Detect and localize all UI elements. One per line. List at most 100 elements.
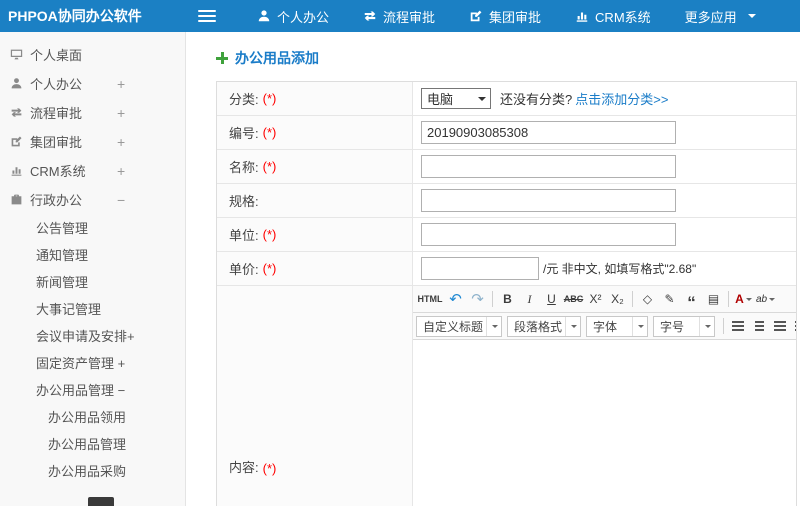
format-painter-button[interactable]: ✎ <box>659 289 680 310</box>
expander-icon[interactable]: + <box>117 76 125 92</box>
nav-item-personal-office[interactable]: 个人办公 <box>240 0 346 32</box>
underline-button[interactable]: U <box>541 289 562 310</box>
spec-label: 规格: <box>217 184 413 217</box>
unit-value-cell <box>413 218 796 251</box>
code-input[interactable] <box>421 121 676 144</box>
content-value-cell: HTML ↶ ↷ B I U ABC X² X₂ ◇ ✎ “ ▤ A ab 自定… <box>413 286 796 506</box>
dropdown-label: 字号 <box>660 319 685 334</box>
highlight-color-button[interactable]: ab <box>755 289 776 310</box>
sidebar-label: 流程审批 <box>30 106 83 121</box>
chevron-down-icon <box>769 298 776 304</box>
heading-dropdown[interactable]: 自定义标题 <box>416 315 502 337</box>
name-input[interactable] <box>421 155 676 178</box>
undo-button[interactable]: ↶ <box>445 289 466 310</box>
font-color-button[interactable]: A <box>733 289 754 310</box>
redo-button[interactable]: ↷ <box>467 289 488 310</box>
chevron-down-icon <box>745 298 752 304</box>
sidebar-item-personal-office[interactable]: 个人办公 + <box>0 69 185 98</box>
price-value-cell: /元 非中文, 如填写格式"2.68" <box>413 252 796 285</box>
html-source-button[interactable]: HTML <box>416 289 444 310</box>
sidebar-item-fixed-assets-mgmt[interactable]: 固定资产管理 + <box>0 349 185 376</box>
nav-item-more-apps[interactable]: 更多应用 <box>668 0 773 32</box>
toolbar-separator <box>728 291 729 307</box>
sidebar-item-notice-mgmt[interactable]: 通知管理 <box>0 241 185 268</box>
bold-button[interactable]: B <box>497 289 518 310</box>
content-label: 内容: (*) <box>217 286 413 506</box>
expander-icon[interactable]: + <box>117 105 125 121</box>
unit-label: 单位: (*) <box>217 218 413 251</box>
sidebar-label: 集团审批 <box>30 135 83 150</box>
add-category-link[interactable]: 点击添加分类>> <box>575 89 668 108</box>
sidebar-label: 固定资产管理 + <box>36 356 126 371</box>
unit-input[interactable] <box>421 223 676 246</box>
sidebar-item-meeting-mgmt[interactable]: 会议申请及安排+ <box>0 322 185 349</box>
align-center-button[interactable] <box>749 316 769 336</box>
superscript-button[interactable]: X² <box>585 289 606 310</box>
page-break-button[interactable]: ▤ <box>703 289 724 310</box>
italic-button[interactable]: I <box>519 289 540 310</box>
price-row: 单价: (*) /元 非中文, 如填写格式"2.68" <box>217 252 796 286</box>
price-input[interactable] <box>421 257 539 280</box>
paragraph-format-dropdown[interactable]: 段落格式 <box>507 315 581 337</box>
nav-item-workflow-approval[interactable]: 流程审批 <box>346 0 452 32</box>
subscript-button[interactable]: X₂ <box>607 289 628 310</box>
sidebar-item-office-supplies-mgmt[interactable]: 办公用品管理 − <box>0 376 185 403</box>
office-supply-form: 分类: (*) 电脑 还没有分类? 点击添加分类>> 编号: (*) 20190… <box>216 81 797 506</box>
required-mark: (*) <box>262 261 277 276</box>
sidebar-label: 办公用品管理 <box>48 437 127 452</box>
sidebar-item-office-supplies-requisition[interactable]: 办公用品领用 <box>0 403 185 430</box>
expander-icon[interactable]: + <box>117 163 125 179</box>
sidebar-item-news-mgmt[interactable]: 新闻管理 <box>0 268 185 295</box>
nav-item-group-approval[interactable]: 集团审批 <box>452 0 558 32</box>
sidebar-item-personal-desktop[interactable]: 个人桌面 <box>0 40 185 69</box>
nav-item-crm[interactable]: CRM系统 <box>558 0 668 32</box>
sidebar-item-events-mgmt[interactable]: 大事记管理 <box>0 295 185 322</box>
nav-label: CRM系统 <box>595 9 651 25</box>
sidebar-label: 新闻管理 <box>36 275 89 290</box>
blockquote-button[interactable]: “ <box>681 289 702 312</box>
nav-label: 个人办公 <box>277 9 330 25</box>
sidebar-item-announcement-mgmt[interactable]: 公告管理 <box>0 214 185 241</box>
field-label: 规格: <box>229 194 259 209</box>
code-row: 编号: (*) <box>217 116 796 150</box>
strikethrough-button[interactable]: ABC <box>563 289 584 310</box>
sidebar-label: 通知管理 <box>36 248 89 263</box>
sidebar-item-admin-office[interactable]: 行政办公 − <box>0 185 185 214</box>
sidebar-label: 个人桌面 <box>30 48 83 63</box>
sidebar-label: 行政办公 <box>30 193 83 208</box>
hamburger-menu-icon[interactable] <box>198 10 216 22</box>
align-right-button[interactable] <box>770 316 790 336</box>
flow-icon <box>11 108 22 117</box>
required-mark: (*) <box>262 461 277 476</box>
font-family-dropdown[interactable]: 字体 <box>586 315 648 337</box>
justify-button[interactable] <box>791 316 796 336</box>
spec-input[interactable] <box>421 189 676 212</box>
nav-label: 流程审批 <box>383 9 436 25</box>
category-select[interactable]: 电脑 <box>421 88 491 109</box>
align-left-button[interactable] <box>728 316 748 336</box>
user-icon <box>258 10 270 22</box>
sidebar: 个人桌面 个人办公 + 流程审批 + 集团审批 + CRM系统 + 行政办公 − <box>0 32 186 506</box>
toolbar-separator <box>632 291 633 307</box>
unit-row: 单位: (*) <box>217 218 796 252</box>
dropdown-caret-box <box>699 316 714 336</box>
user-icon <box>11 78 22 89</box>
sidebar-item-crm[interactable]: CRM系统 + <box>0 156 185 185</box>
align-left-icon <box>732 321 744 323</box>
collapse-icon[interactable]: − <box>117 192 125 208</box>
sidebar-item-office-supplies-purchase[interactable]: 办公用品采购 <box>0 457 185 484</box>
field-label: 单位: <box>229 228 259 243</box>
editor-content-area[interactable] <box>413 340 796 506</box>
dropdown-caret-box <box>565 316 580 336</box>
remove-format-button[interactable]: ◇ <box>637 289 658 310</box>
page-title: 办公用品添加 <box>186 32 800 81</box>
sidebar-item-workflow-approval[interactable]: 流程审批 + <box>0 98 185 127</box>
sidebar-item-office-supplies-management[interactable]: 办公用品管理 <box>0 430 185 457</box>
app-brand: PHPOA协同办公软件 <box>8 8 142 24</box>
chart-icon <box>11 167 22 176</box>
sidebar-item-group-approval[interactable]: 集团审批 + <box>0 127 185 156</box>
dropdown-label: 字体 <box>593 319 618 334</box>
expander-icon[interactable]: + <box>117 134 125 150</box>
font-size-dropdown[interactable]: 字号 <box>653 315 715 337</box>
content-row: 内容: (*) HTML ↶ ↷ B I U ABC X² X₂ ◇ ✎ “ ▤… <box>217 286 796 506</box>
